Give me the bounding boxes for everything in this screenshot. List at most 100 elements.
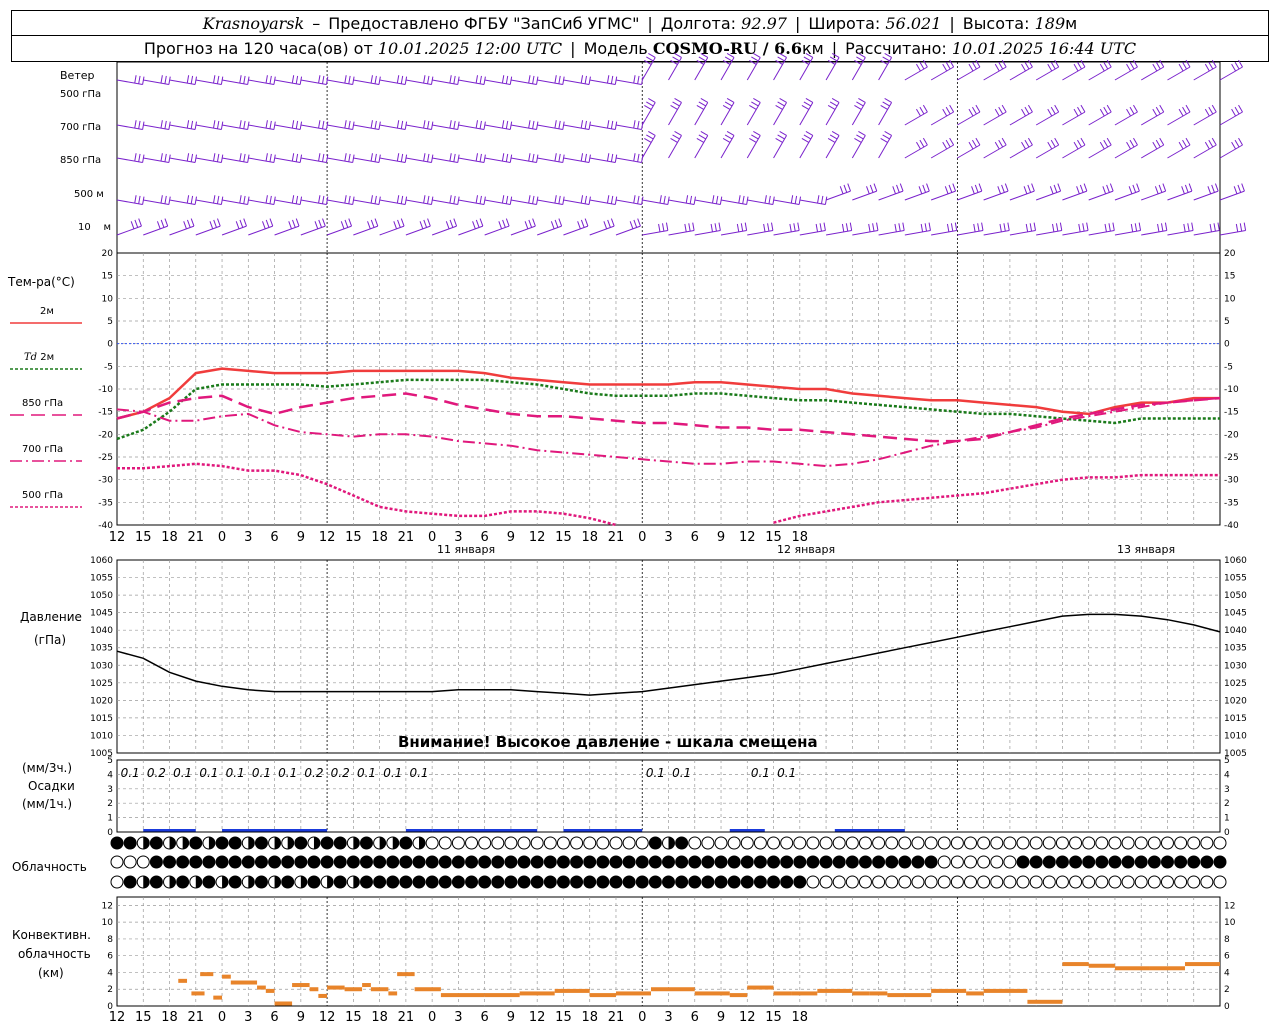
wind-barb-10m-flag bbox=[419, 221, 424, 230]
wind-barb-10m-flag bbox=[532, 218, 536, 227]
time-tick-label-bottom: 15 bbox=[345, 1010, 362, 1024]
wind-barb-700hpa-flag bbox=[1178, 108, 1184, 117]
cloud-cover-half bbox=[353, 876, 360, 888]
cloud-cover-icon bbox=[819, 875, 833, 889]
cloud-cover-icon bbox=[872, 836, 886, 850]
wind-barb-700hpa-flag bbox=[884, 98, 892, 103]
wind-barb-10m-flag bbox=[665, 222, 669, 231]
series-t700-line bbox=[116, 397, 1221, 468]
wind-barb-10m-flag bbox=[400, 218, 405, 227]
temp-tick-label-right: 20 bbox=[1224, 249, 1236, 259]
wind-barb-500m-flag bbox=[532, 195, 535, 204]
cloud-cover-icon bbox=[1134, 875, 1148, 889]
wind-barb-500hpa-flag bbox=[449, 75, 452, 84]
wind-barb-10m-flag bbox=[314, 221, 319, 230]
wind-barb-500hpa-flag bbox=[558, 75, 561, 84]
cloud-cover-icon bbox=[373, 855, 387, 869]
wind-barb-500hpa-flag bbox=[633, 75, 636, 84]
cloud-cover-icon bbox=[491, 855, 505, 869]
cloud-cover-icon bbox=[228, 836, 242, 850]
wind-barb-700hpa-flag bbox=[1129, 106, 1135, 115]
wind-barb-500m-flag bbox=[659, 195, 662, 204]
cloud-cover-icon bbox=[1121, 836, 1135, 850]
cloud-cover-icon bbox=[438, 855, 452, 869]
legend-t850: 850 гПа bbox=[22, 398, 64, 409]
wind-barb-10m-flag bbox=[658, 223, 661, 232]
cloud-cover-icon bbox=[911, 875, 925, 889]
cloud-cover-icon bbox=[977, 836, 991, 850]
precip-tick-label-right: 0 bbox=[1224, 828, 1230, 838]
conv-cloud-bar bbox=[265, 988, 275, 993]
cloud-cover-icon bbox=[609, 855, 623, 869]
cloud-cover-half bbox=[222, 876, 229, 888]
time-tick-label: 12 bbox=[319, 530, 336, 545]
wind-barb-10m bbox=[773, 229, 800, 236]
wind-barb-850hpa-flag bbox=[672, 134, 680, 140]
wind-barb-500hpa-flag bbox=[753, 53, 761, 58]
cloud-cover-icon bbox=[622, 875, 636, 889]
cloud-cover-icon bbox=[386, 855, 400, 869]
wind-barb-500m bbox=[957, 190, 982, 201]
cloud-title: Облачность bbox=[12, 860, 87, 874]
wind-barb-10m bbox=[694, 229, 721, 236]
wind-barb-850hpa-flag bbox=[501, 153, 505, 162]
cloud-cover-icon bbox=[1108, 836, 1122, 850]
cloud-cover-icon bbox=[412, 875, 426, 889]
cloud-cover-half bbox=[327, 876, 334, 888]
time-tick-label-bottom: 6 bbox=[270, 1010, 278, 1024]
wind-barb-10m-flag bbox=[318, 219, 322, 228]
wind-barb-700hpa-flag bbox=[1182, 106, 1187, 115]
wind-barb-10m bbox=[1141, 229, 1167, 236]
cloud-cover-icon bbox=[1108, 855, 1122, 869]
wind-barb-850hpa-flag bbox=[396, 153, 400, 162]
cloud-cover-icon bbox=[189, 836, 203, 850]
cloud-cover-icon bbox=[425, 875, 439, 889]
wind-barb-10m-flag bbox=[243, 218, 247, 227]
wind-barb-10m-flag bbox=[629, 221, 634, 230]
wind-barb-500hpa-flag bbox=[295, 75, 299, 84]
wind-barb-500m-flag bbox=[475, 195, 479, 204]
wind-barb-700hpa-flag bbox=[700, 98, 709, 103]
wind-barb-10m bbox=[510, 225, 536, 236]
cloud-cover-icon bbox=[1174, 855, 1188, 869]
wind-barb-700hpa bbox=[1009, 111, 1033, 126]
wind-barb-700hpa-flag bbox=[972, 106, 977, 115]
temp-tick-label-left: -35 bbox=[98, 498, 113, 508]
wind-barb-500hpa-flag bbox=[580, 75, 584, 84]
wind-barb-500hpa-flag bbox=[243, 75, 246, 84]
wind-barb-10m-flag bbox=[771, 222, 774, 231]
wind-barb-500hpa-flag bbox=[164, 75, 167, 84]
cloud-cover-icon bbox=[149, 836, 163, 850]
cloud-cover-icon bbox=[163, 855, 177, 869]
wind-barb-10m-flag bbox=[475, 219, 480, 228]
wind-barb-500m-flag bbox=[1031, 183, 1035, 192]
cloud-cover-icon bbox=[819, 836, 833, 850]
cloud-cover-icon bbox=[1082, 855, 1096, 869]
time-tick-label-bottom: 9 bbox=[507, 1010, 515, 1024]
wind-barb-10m-flag bbox=[1055, 223, 1059, 232]
conv-cloud-bar bbox=[362, 983, 371, 988]
wind-barb-10m bbox=[1062, 229, 1089, 236]
wind-barb-500m-flag bbox=[239, 195, 242, 204]
cloud-cover-icon bbox=[1160, 855, 1174, 869]
wind-barb-500m-flag bbox=[1057, 183, 1062, 192]
wind-barb-700hpa-flag bbox=[633, 120, 636, 129]
cloud-cover-icon bbox=[215, 836, 229, 850]
wind-barb-10m-flag bbox=[1033, 222, 1037, 231]
conv-cloud-bar bbox=[1027, 999, 1063, 1004]
wind-barb-850hpa-flag bbox=[1133, 137, 1138, 146]
precip-value-label: 0.2 bbox=[331, 766, 350, 780]
cloud-cover-icon bbox=[399, 836, 413, 850]
cloud-cover-icon bbox=[149, 855, 163, 869]
wind-barb-10m-flag bbox=[1112, 222, 1115, 231]
wind-barb-10m-flag bbox=[427, 218, 431, 227]
wind-barb-850hpa-flag bbox=[994, 141, 1000, 150]
wind-barb-10m-flag bbox=[1243, 222, 1247, 231]
wind-barb-700hpa-flag bbox=[882, 101, 890, 107]
cloud-cover-icon bbox=[872, 855, 886, 869]
wind-barb-500hpa-flag bbox=[1050, 61, 1056, 70]
conv-cloud-bar bbox=[178, 978, 188, 983]
temp-tick-label-right: -40 bbox=[1224, 521, 1239, 531]
wind-barb-850hpa-flag bbox=[724, 134, 733, 140]
wind-barb-850hpa-flag bbox=[138, 153, 141, 162]
